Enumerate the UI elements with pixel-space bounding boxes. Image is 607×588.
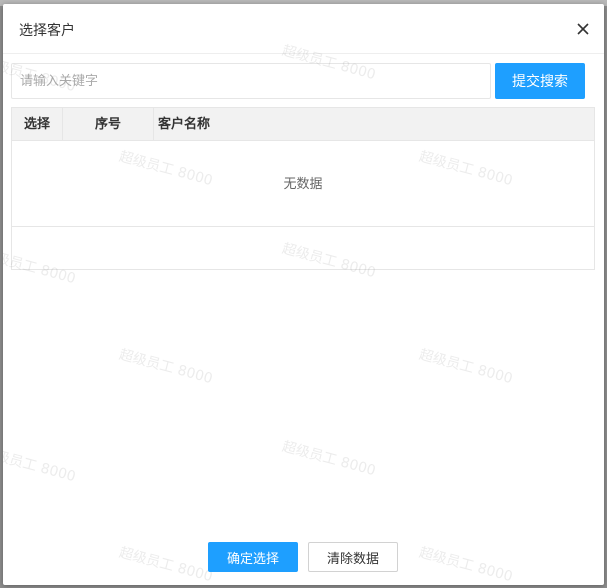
search-submit-button[interactable]: 提交搜索: [495, 63, 585, 99]
column-header-customer-name: 客户名称: [158, 117, 211, 132]
search-input[interactable]: [11, 63, 491, 99]
search-row: 提交搜索: [11, 63, 585, 99]
watermark-text: 超级员工 8000: [3, 444, 78, 486]
watermark-text: 超级员工 8000: [117, 346, 215, 388]
table-empty-text: 无数据: [12, 142, 594, 227]
watermark-text: 超级员工 8000: [280, 438, 378, 480]
confirm-selection-button[interactable]: 确定选择: [208, 542, 298, 572]
clear-data-button[interactable]: 清除数据: [308, 542, 398, 572]
close-icon[interactable]: [576, 21, 590, 35]
dialog-title: 选择客户: [19, 23, 75, 39]
table-header: 选择 序号 客户名称: [12, 108, 594, 141]
watermark-text: 超级员工 8000: [417, 346, 515, 388]
customer-table: 选择 序号 客户名称 无数据: [11, 107, 595, 270]
dialog-footer: 确定选择 清除数据: [3, 538, 604, 574]
column-header-select: 选择: [12, 108, 63, 141]
select-customer-dialog: 选择客户 提交搜索 选择 序号 客户名称 无数据 超级员工 8000 超级员工 …: [3, 4, 604, 585]
column-header-seq: 序号: [63, 108, 154, 141]
dialog-title-bar: 选择客户: [3, 4, 604, 54]
